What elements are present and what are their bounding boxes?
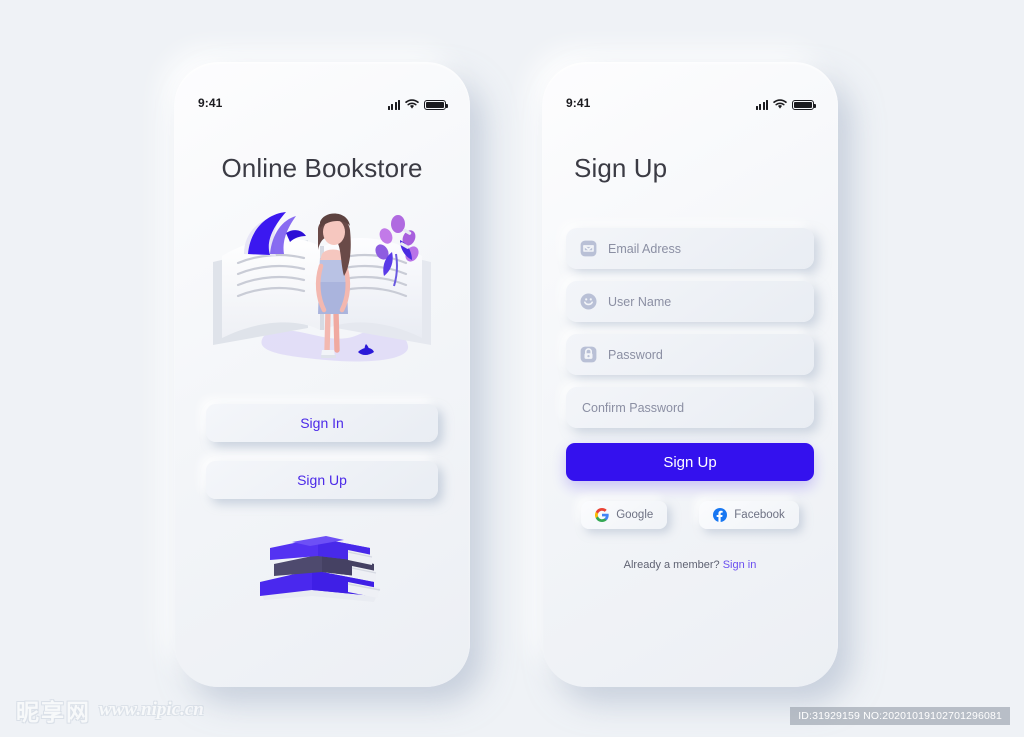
sign-in-link[interactable]: Sign in bbox=[723, 559, 757, 571]
image-id-watermark: ID:31929159 NO:20201019102701296081 bbox=[790, 707, 1010, 725]
status-bar: 9:41 bbox=[198, 62, 449, 118]
social-login-group: Google Facebook bbox=[566, 501, 814, 529]
facebook-icon bbox=[713, 508, 728, 522]
stacked-books-illustration bbox=[198, 525, 446, 617]
sign-in-button-label: Sign In bbox=[300, 415, 344, 431]
facebook-sign-up-button[interactable]: Facebook bbox=[699, 501, 799, 529]
email-field[interactable]: Email Adress bbox=[566, 228, 814, 269]
wifi-icon bbox=[773, 99, 787, 109]
page-title: Sign Up bbox=[574, 153, 668, 183]
signup-screen: 9:41 Sign Up Email Adress User Name Pass… bbox=[542, 62, 838, 687]
already-member-prompt: Already a member? bbox=[623, 559, 720, 571]
already-member-row: Already a member? Sign in bbox=[566, 559, 814, 571]
envelope-icon bbox=[580, 240, 597, 257]
lock-icon bbox=[580, 346, 597, 363]
woman-figure bbox=[315, 213, 351, 358]
signup-form: Email Adress User Name Password Confirm … bbox=[566, 228, 814, 428]
signal-bars-icon bbox=[755, 100, 768, 110]
user-icon bbox=[580, 293, 597, 310]
auth-button-group: Sign In Sign Up bbox=[198, 404, 446, 499]
woman-reading-open-book-illustration bbox=[198, 198, 446, 370]
status-time: 9:41 bbox=[566, 96, 591, 110]
status-icons bbox=[387, 99, 449, 110]
confirm-password-field-placeholder: Confirm Password bbox=[582, 400, 685, 415]
watermark-brand-cn: 昵享网 bbox=[16, 700, 91, 726]
status-icons bbox=[755, 99, 817, 110]
page-title: Online Bookstore bbox=[221, 153, 423, 183]
sign-up-button[interactable]: Sign Up bbox=[206, 461, 438, 499]
google-sign-up-label: Google bbox=[616, 509, 654, 521]
google-icon bbox=[595, 508, 609, 522]
facebook-sign-up-label: Facebook bbox=[734, 509, 785, 521]
screenshot-canvas: 9:41 Online Bookstore Sign In Sign Up 9:… bbox=[0, 0, 1024, 737]
google-sign-up-button[interactable]: Google bbox=[581, 501, 668, 529]
username-field-placeholder: User Name bbox=[608, 294, 672, 309]
welcome-screen: 9:41 Online Bookstore Sign In Sign Up bbox=[174, 62, 470, 687]
site-watermark: 昵享网 www.nipic.cn bbox=[16, 693, 204, 727]
signal-bars-icon bbox=[387, 100, 400, 110]
phone-mockup-signup: 9:41 Sign Up Email Adress User Name Pass… bbox=[542, 62, 838, 687]
username-field[interactable]: User Name bbox=[566, 281, 814, 322]
email-field-placeholder: Email Adress bbox=[608, 241, 681, 256]
confirm-password-field[interactable]: Confirm Password bbox=[566, 387, 814, 428]
status-bar: 9:41 bbox=[566, 62, 817, 118]
password-field-placeholder: Password bbox=[608, 347, 663, 362]
submit-sign-up-button[interactable]: Sign Up bbox=[566, 443, 814, 481]
status-time: 9:41 bbox=[198, 96, 223, 110]
sign-up-button-label: Sign Up bbox=[297, 472, 347, 488]
sign-in-button[interactable]: Sign In bbox=[206, 404, 438, 442]
wifi-icon bbox=[405, 99, 419, 109]
submit-sign-up-button-label: Sign Up bbox=[663, 453, 717, 471]
watermark-brand-url: www.nipic.cn bbox=[99, 699, 204, 720]
password-field[interactable]: Password bbox=[566, 334, 814, 375]
phone-mockup-welcome: 9:41 Online Bookstore Sign In Sign Up bbox=[174, 62, 470, 687]
battery-full-icon bbox=[424, 100, 449, 110]
battery-full-icon bbox=[792, 100, 817, 110]
